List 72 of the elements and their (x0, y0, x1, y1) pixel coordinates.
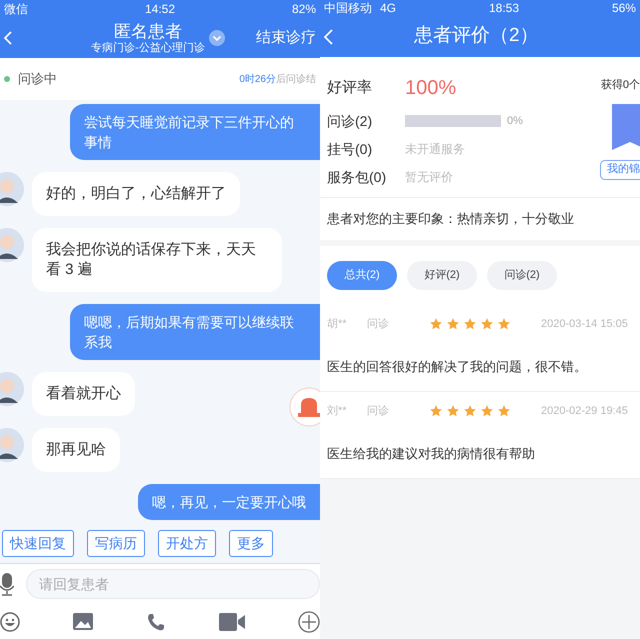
microphone-icon[interactable] (0, 572, 14, 596)
patient-message: 好的，明白了，心结解开了 (32, 172, 240, 216)
star-icon (480, 404, 494, 418)
review-text: 医生给我的建议对我的病情很有帮助 (327, 445, 535, 464)
quick-action-button[interactable]: 快速回复 (2, 530, 74, 557)
star-icon (463, 404, 477, 418)
video-camera-icon[interactable] (219, 612, 245, 630)
star-icon (480, 317, 494, 331)
impression-text: 患者对您的主要印象：热情亲切，十分敬业 (327, 211, 574, 226)
clock-label: 18:53 (488, 0, 519, 17)
star-icon (463, 317, 477, 331)
rating-value: 100% (405, 76, 456, 101)
my-banners-button[interactable]: 我的锦 (600, 160, 640, 180)
badge-count: 获得0个 (600, 78, 640, 93)
star-icon (446, 404, 460, 418)
patient-message: 我会把你说的话保存下来，天天看 3 遍 (32, 228, 282, 292)
star-icon (497, 317, 511, 331)
avatar-icon (0, 372, 24, 406)
quick-action-button[interactable]: 更多 (229, 530, 273, 557)
avatar-icon (0, 172, 24, 206)
quick-action-button[interactable]: 开处方 (158, 530, 216, 557)
end-consultation-button[interactable]: 结束诊疗 (256, 26, 316, 50)
doctor-message: 尝试每天睡觉前记录下三件开心的事情 (70, 104, 320, 160)
service-note: 暂无评价 (405, 169, 453, 186)
star-icon (429, 317, 443, 331)
review-time: 2020-02-29 19:45 (541, 404, 628, 419)
avatar-icon (0, 228, 24, 262)
remaining-note: 后问诊结 (276, 72, 316, 86)
reply-input-field[interactable]: 请回复患者 (26, 569, 320, 599)
phone-icon[interactable] (146, 612, 166, 632)
star-icon (497, 404, 511, 418)
doctor-message: 嗯，再见，一定要开心哦 (138, 484, 320, 520)
filter-tab[interactable]: 总共(2) (327, 261, 397, 290)
review-type: 问诊 (367, 404, 390, 419)
back-icon[interactable] (4, 31, 12, 45)
carrier-label: 中国移动 (324, 0, 372, 17)
ribbon-icon (610, 104, 640, 150)
page-title: 患者评价（2） (414, 24, 539, 48)
service-note: 未开通服务 (405, 141, 465, 158)
review-time: 2020-03-14 15:05 (541, 316, 628, 332)
plus-icon[interactable] (298, 610, 320, 632)
avatar-icon (0, 428, 24, 462)
emoji-icon[interactable] (0, 612, 20, 632)
filter-tab[interactable]: 好评(2) (407, 261, 477, 290)
network-label: 4G (380, 0, 396, 17)
service-label: 问诊(2) (327, 112, 374, 131)
review-type: 问诊 (367, 316, 390, 332)
battery-label: 56% (612, 0, 636, 17)
patient-message: 看着就开心 (32, 372, 135, 416)
filter-tab[interactable]: 问诊(2) (487, 261, 557, 290)
service-label: 服务包(0) (327, 168, 388, 187)
review-text: 医生的回答很好的解决了我的问题，很不错。 (327, 358, 587, 376)
patient-name: 匿名患者 (114, 20, 182, 42)
image-icon[interactable] (73, 613, 93, 630)
star-icon (446, 317, 460, 331)
reviewer-name: 胡** (327, 316, 348, 332)
doctor-message: 嗯嗯，后期如果有需要可以继续联系我 (70, 304, 320, 360)
battery-label: 82% (292, 1, 316, 18)
rating-label: 好评率 (327, 78, 373, 98)
reviewer-name: 刘** (327, 404, 348, 419)
clinic-label: 专病门诊-公益心理门诊 (91, 42, 205, 56)
carrier-label: 微信 (4, 1, 28, 18)
remaining-time: 0时26分 (239, 72, 276, 86)
back-icon[interactable] (324, 28, 333, 44)
status-label: 问诊中 (18, 70, 57, 88)
progress-reading: 0% (507, 114, 523, 129)
quick-action-button[interactable]: 写病历 (87, 530, 145, 557)
star-icon (429, 404, 443, 418)
chevron-down-icon[interactable] (208, 30, 225, 46)
clock-label: 14:52 (144, 1, 175, 18)
patient-message: 那再见哈 (32, 428, 120, 472)
service-label: 挂号(0) (327, 140, 374, 159)
